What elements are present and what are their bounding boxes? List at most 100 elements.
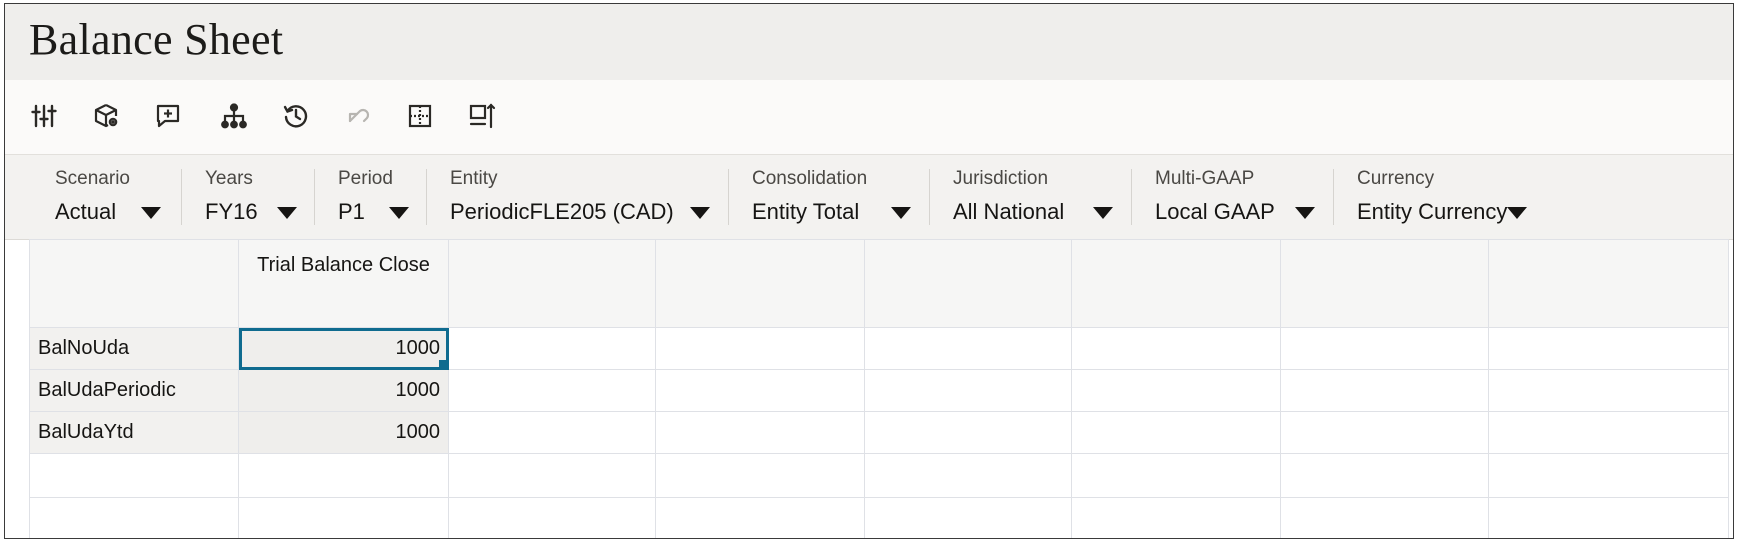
empty-column-header	[655, 239, 865, 328]
empty-cell[interactable]	[1488, 369, 1729, 412]
chevron-down-icon[interactable]	[1295, 207, 1315, 219]
pov-multi-gaap[interactable]: Multi-GAAP Local GAAP	[1131, 155, 1333, 239]
pov-label: Jurisdiction	[953, 168, 1049, 189]
grid-header-row: Trial Balance Close	[29, 239, 1729, 328]
empty-cell[interactable]	[1488, 411, 1729, 454]
empty-cell[interactable]	[1280, 369, 1489, 412]
page-title: Balance Sheet	[29, 15, 284, 64]
empty-cell[interactable]	[655, 497, 865, 538]
chevron-down-icon[interactable]	[690, 207, 710, 219]
pov-label: Consolidation	[752, 168, 868, 189]
pov-years[interactable]: Years FY16	[181, 155, 314, 239]
history-icon[interactable]	[279, 100, 313, 132]
pov-label: Years	[205, 168, 253, 189]
row-header[interactable]: BalUdaPeriodic	[29, 369, 239, 412]
empty-column-header	[1488, 239, 1729, 328]
pov-bar: Scenario Actual Years FY16 Period P1 Ent…	[5, 154, 1733, 240]
title-bar: Balance Sheet	[5, 4, 1733, 80]
empty-column-header	[864, 239, 1072, 328]
sliders-icon[interactable]	[27, 100, 61, 132]
empty-cell[interactable]	[864, 453, 1072, 498]
hierarchy-icon[interactable]	[217, 100, 251, 132]
empty-cell[interactable]	[448, 369, 656, 412]
empty-cell[interactable]	[448, 411, 656, 454]
pov-entity[interactable]: Entity PeriodicFLE205 (CAD)	[426, 155, 728, 239]
empty-cell[interactable]	[864, 327, 1072, 370]
empty-cell[interactable]	[655, 327, 865, 370]
chevron-down-icon[interactable]	[277, 207, 297, 219]
pov-label: Multi-GAAP	[1155, 168, 1255, 189]
add-comment-icon[interactable]	[151, 100, 185, 132]
empty-cell[interactable]	[1280, 453, 1489, 498]
empty-cell[interactable]	[655, 369, 865, 412]
empty-column-header	[448, 239, 656, 328]
data-cell[interactable]: 1000	[238, 411, 449, 454]
empty-cell[interactable]	[655, 411, 865, 454]
pov-label: Entity	[450, 168, 498, 189]
chevron-down-icon[interactable]	[1507, 207, 1527, 219]
pov-period[interactable]: Period P1	[314, 155, 426, 239]
empty-cell[interactable]	[1488, 327, 1729, 370]
pov-value: Local GAAP	[1155, 199, 1275, 224]
undo-icon[interactable]	[341, 100, 375, 132]
table-row: BalUdaYtd 1000	[29, 411, 1729, 454]
table-row: BalUdaPeriodic 1000	[29, 369, 1729, 412]
cell-value: 1000	[395, 337, 441, 359]
pov-value: FY16	[205, 199, 258, 224]
chevron-down-icon[interactable]	[1093, 207, 1113, 219]
empty-column-header	[1071, 239, 1281, 328]
table-row: BalNoUda 1000	[29, 327, 1729, 370]
empty-cell[interactable]	[238, 497, 449, 538]
empty-cell[interactable]	[448, 453, 656, 498]
pov-consolidation[interactable]: Consolidation Entity Total	[728, 155, 929, 239]
empty-cell[interactable]	[1071, 369, 1281, 412]
empty-cell[interactable]	[1488, 497, 1729, 538]
pov-label: Scenario	[55, 168, 130, 189]
empty-column-header	[1280, 239, 1489, 328]
empty-cell[interactable]	[864, 369, 1072, 412]
table-row	[29, 453, 1729, 498]
empty-cell[interactable]	[1071, 411, 1281, 454]
selected-data-cell[interactable]: 1000	[238, 327, 449, 370]
empty-cell[interactable]	[1071, 327, 1281, 370]
pov-scenario[interactable]: Scenario Actual	[31, 155, 181, 239]
pov-value: PeriodicFLE205 (CAD)	[450, 199, 674, 224]
chevron-down-icon[interactable]	[389, 207, 409, 219]
chevron-down-icon[interactable]	[891, 207, 911, 219]
chevron-down-icon[interactable]	[141, 207, 161, 219]
grid-corner	[29, 239, 239, 328]
pov-value: Entity Total	[752, 199, 860, 224]
empty-cell[interactable]	[448, 497, 656, 538]
row-header[interactable]: BalUdaYtd	[29, 411, 239, 454]
data-grid: Trial Balance Close BalNoUda 1000 BalUda…	[29, 239, 1729, 538]
pov-value: Actual	[55, 199, 117, 224]
table-row	[29, 497, 1729, 538]
empty-cell[interactable]	[864, 411, 1072, 454]
empty-cell[interactable]	[1071, 497, 1281, 538]
empty-cell[interactable]	[29, 497, 239, 538]
grid-icon[interactable]	[403, 100, 437, 132]
row-header[interactable]: BalNoUda	[29, 327, 239, 370]
pov-jurisdiction[interactable]: Jurisdiction All National	[929, 155, 1131, 239]
pov-value: P1	[338, 199, 365, 224]
empty-cell[interactable]	[864, 497, 1072, 538]
pov-value: All National	[953, 199, 1065, 224]
empty-cell[interactable]	[29, 453, 239, 498]
empty-cell[interactable]	[1071, 453, 1281, 498]
form-window: Balance Sheet Scenario Actual Years FY16…	[4, 3, 1734, 539]
empty-cell[interactable]	[655, 453, 865, 498]
cube-gear-icon[interactable]	[89, 100, 123, 132]
empty-cell[interactable]	[1280, 497, 1489, 538]
column-header[interactable]: Trial Balance Close	[238, 239, 449, 328]
empty-cell[interactable]	[1488, 453, 1729, 498]
pov-currency[interactable]: Currency Entity Currency	[1333, 155, 1733, 239]
empty-cell[interactable]	[238, 453, 449, 498]
column-layout-icon[interactable]	[465, 100, 499, 132]
empty-cell[interactable]	[448, 327, 656, 370]
empty-cell[interactable]	[1280, 327, 1489, 370]
fill-handle[interactable]	[439, 360, 447, 368]
pov-label: Period	[338, 168, 393, 189]
data-cell[interactable]: 1000	[238, 369, 449, 412]
toolbar	[5, 80, 1733, 154]
empty-cell[interactable]	[1280, 411, 1489, 454]
